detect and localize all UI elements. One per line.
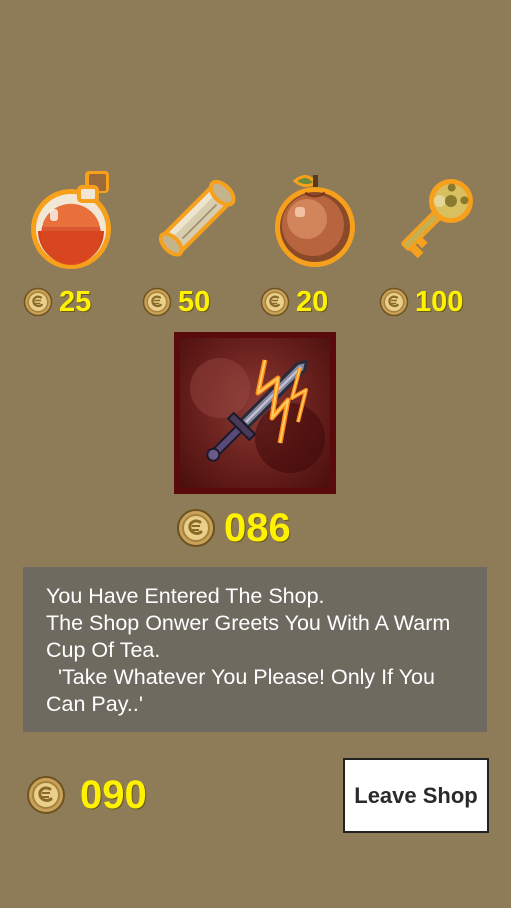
dialog-line: The Shop Onwer Greets You With A Warm Cu… bbox=[46, 611, 457, 662]
scroll-icon bbox=[158, 179, 236, 257]
price-scroll: 50 bbox=[178, 285, 211, 318]
featured-price: 086 bbox=[224, 506, 291, 550]
potion-icon bbox=[31, 171, 111, 269]
shop-item-key[interactable] bbox=[384, 165, 484, 271]
price-potion: 25 bbox=[59, 285, 92, 318]
dialog-line: You Have Entered The Shop. bbox=[46, 584, 325, 608]
coin-icon bbox=[379, 287, 409, 317]
price-tag-potion: 25 bbox=[23, 284, 91, 320]
player-coin-count: 090 bbox=[80, 773, 147, 817]
coin-icon bbox=[176, 508, 216, 548]
price-tag-key: 100 bbox=[379, 284, 463, 320]
price-tag-scroll: 50 bbox=[142, 284, 210, 320]
shop-item-scroll[interactable] bbox=[146, 165, 246, 271]
key-icon bbox=[401, 179, 473, 259]
coin-icon bbox=[26, 775, 66, 815]
price-key: 100 bbox=[415, 285, 464, 318]
featured-item-sword[interactable] bbox=[174, 332, 336, 494]
shop-item-apple[interactable] bbox=[265, 165, 365, 271]
shop-dialog: You Have Entered The Shop. The Shop Onwe… bbox=[23, 567, 487, 732]
coin-icon bbox=[142, 287, 172, 317]
player-wallet: 090 bbox=[26, 775, 147, 815]
leave-shop-button[interactable]: Leave Shop bbox=[343, 758, 489, 833]
dialog-line: 'Take Whatever You Please! Only If You C… bbox=[46, 665, 441, 716]
cursed-sword-icon bbox=[190, 358, 325, 473]
price-apple: 20 bbox=[296, 285, 329, 318]
shop-item-potion[interactable] bbox=[25, 165, 125, 271]
featured-price-tag: 086 bbox=[176, 508, 291, 548]
apple-icon bbox=[275, 175, 355, 267]
coin-icon bbox=[23, 287, 53, 317]
price-tag-apple: 20 bbox=[260, 284, 328, 320]
coin-icon bbox=[260, 287, 290, 317]
